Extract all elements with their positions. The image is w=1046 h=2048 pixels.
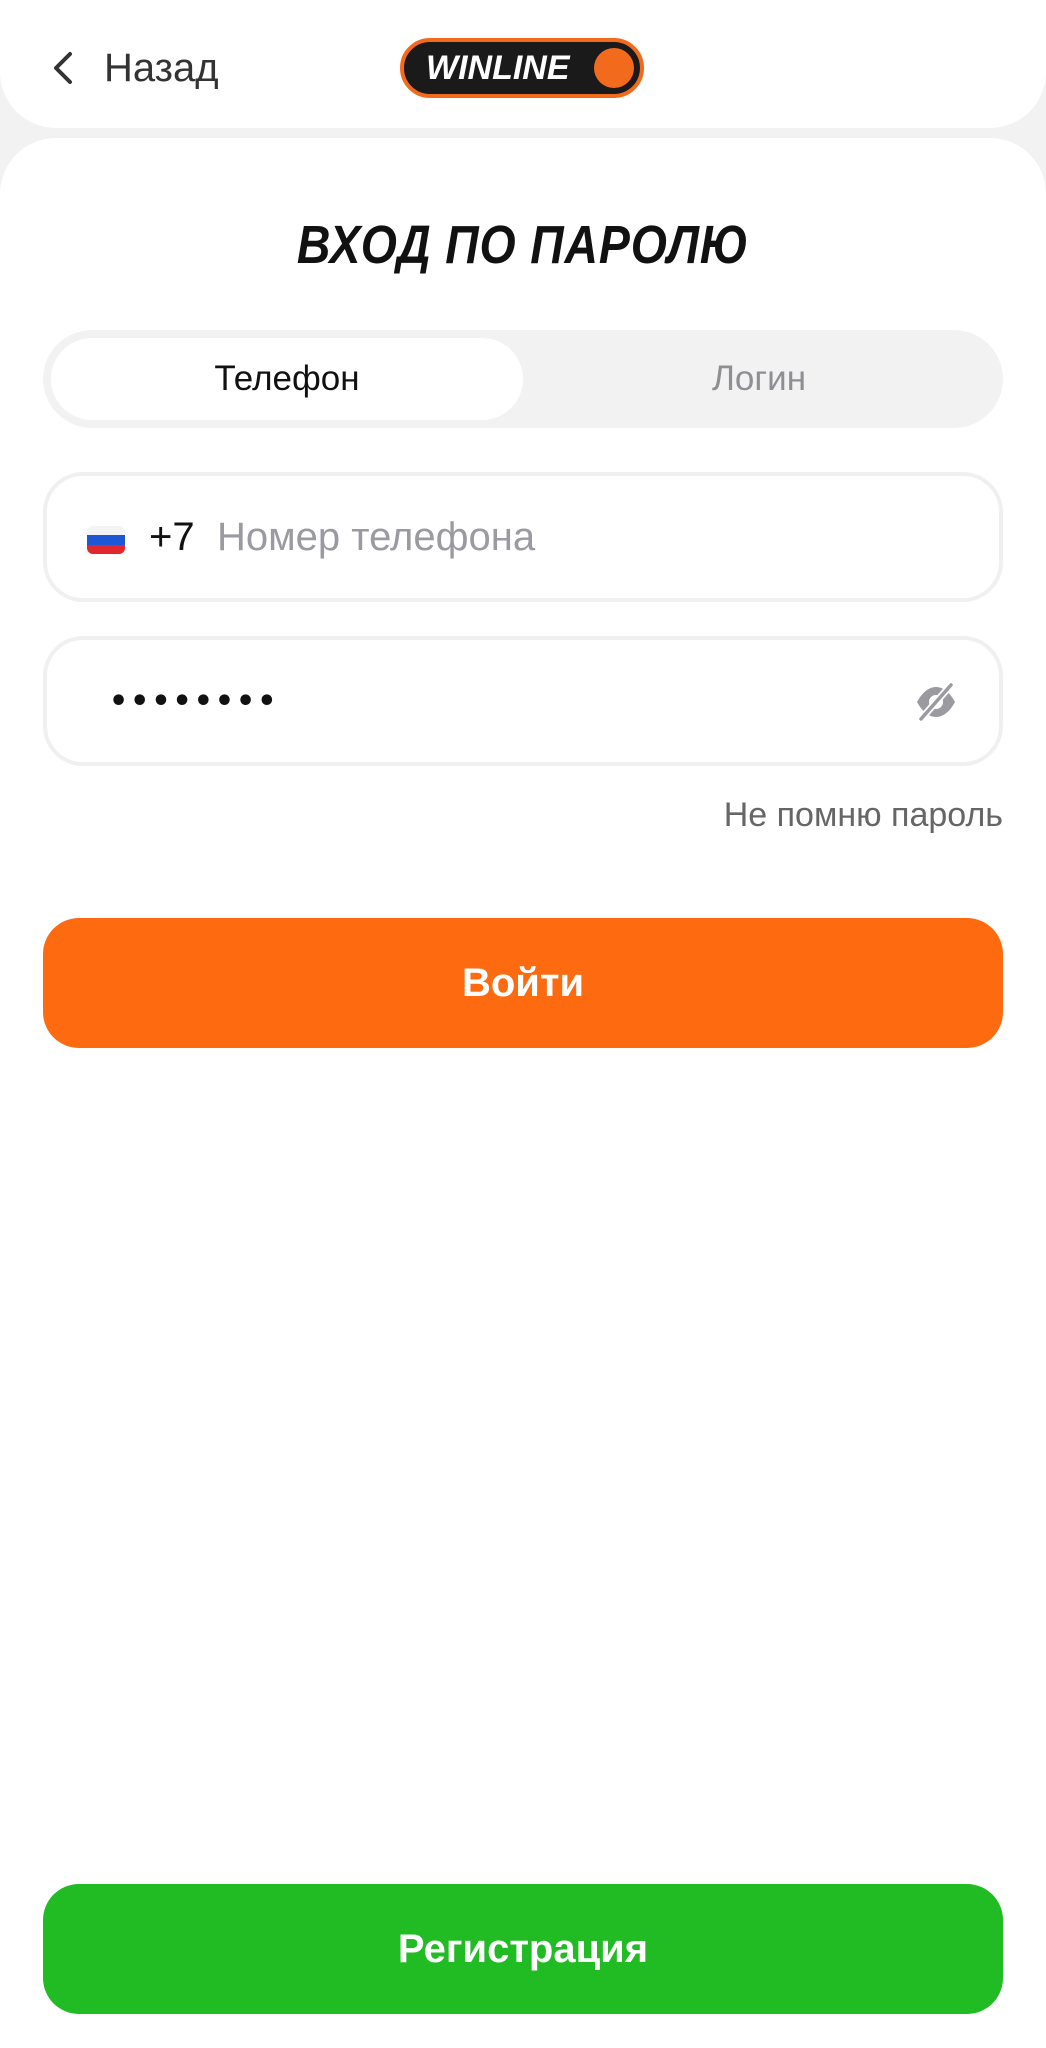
password-field[interactable] xyxy=(43,636,1003,766)
logo-text: WINLINE xyxy=(426,49,570,87)
winline-logo: WINLINE xyxy=(400,38,644,98)
tab-login[interactable]: Логин xyxy=(523,338,995,420)
register-button[interactable]: Регистрация xyxy=(43,1884,1003,2014)
back-button[interactable]: Назад xyxy=(44,36,219,100)
logo-dot xyxy=(594,48,634,88)
country-code: +7 xyxy=(149,514,195,559)
tab-phone[interactable]: Телефон xyxy=(51,338,523,420)
login-method-tabs: Телефон Логин xyxy=(43,330,1003,428)
phone-input[interactable] xyxy=(217,500,917,574)
forgot-password-link[interactable]: Не помню пароль xyxy=(724,796,1003,835)
page-title: ВХОД ПО ПАРОЛЮ xyxy=(296,215,750,275)
russia-flag-icon xyxy=(87,526,125,554)
eye-off-icon[interactable] xyxy=(913,680,959,724)
chevron-left-icon xyxy=(54,52,72,84)
top-bar: Назад WINLINE xyxy=(0,0,1046,128)
phone-field[interactable]: +7 xyxy=(43,472,1003,602)
password-input[interactable] xyxy=(109,664,889,738)
back-label: Назад xyxy=(104,45,219,90)
login-button[interactable]: Войти xyxy=(43,918,1003,1048)
